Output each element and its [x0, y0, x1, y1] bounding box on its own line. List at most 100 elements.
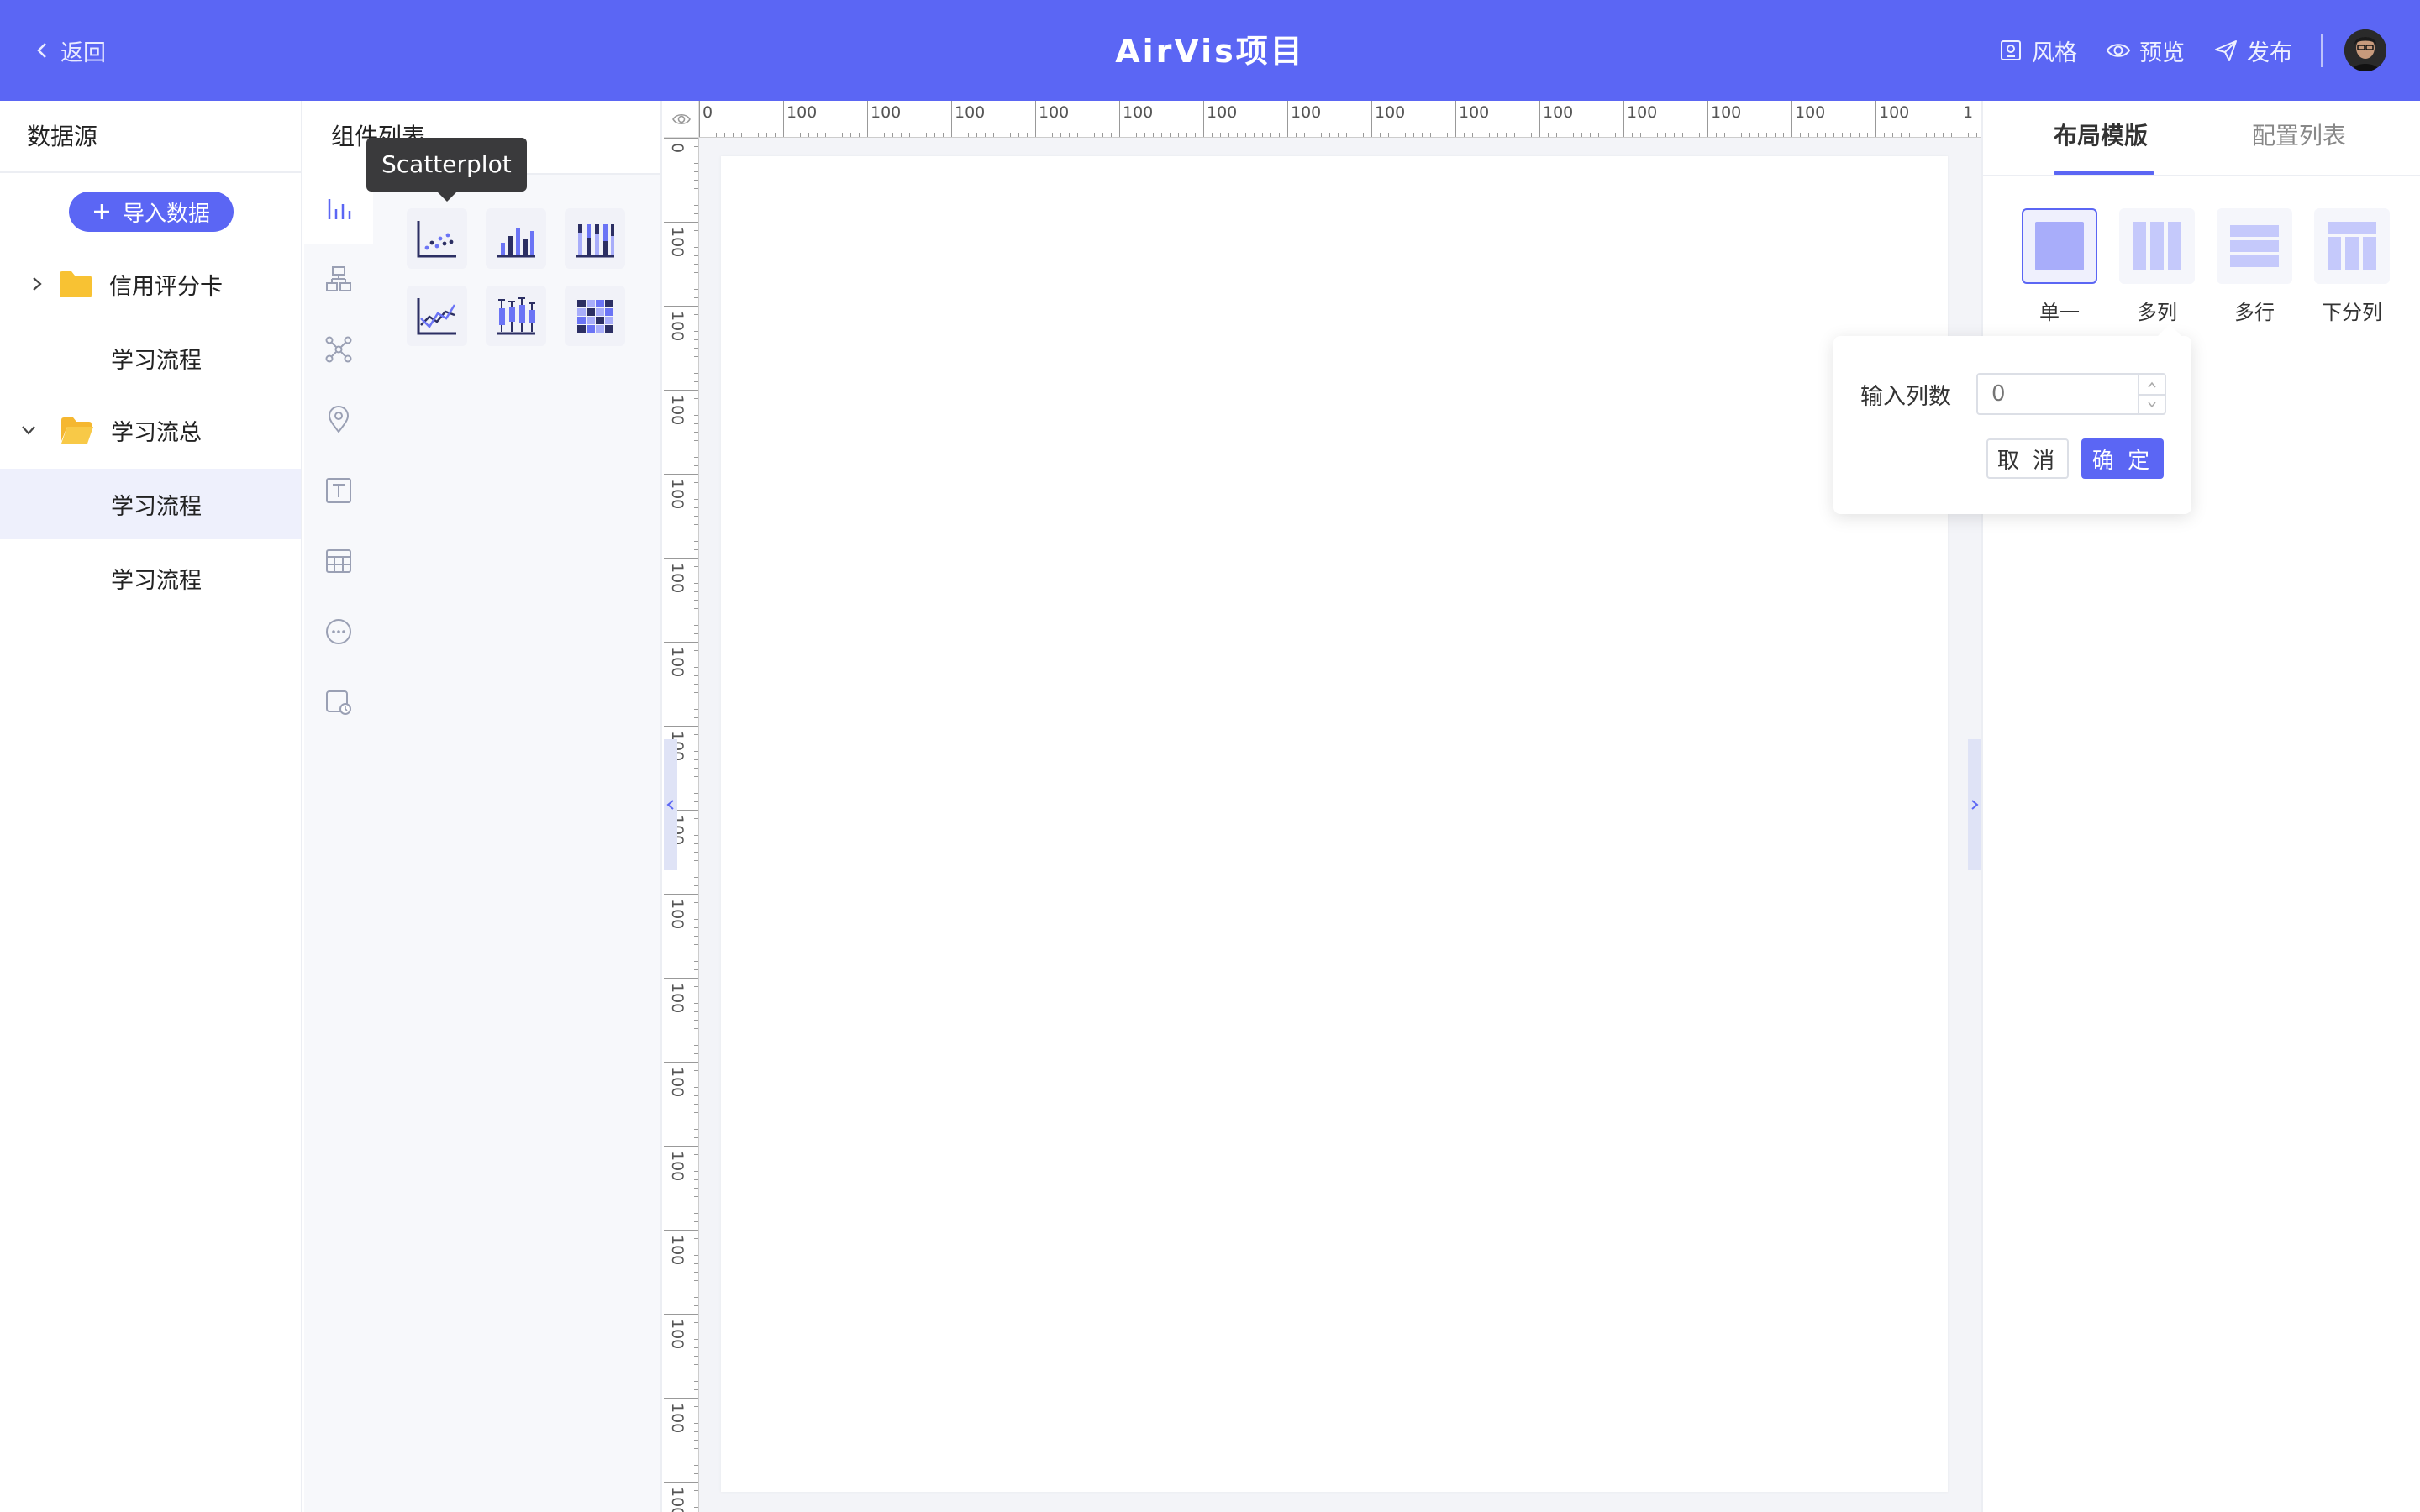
column-count-input[interactable] — [1978, 375, 2138, 413]
rail-item-text[interactable] — [304, 455, 373, 526]
tree-folder-study-summary[interactable]: 学习流总 — [0, 395, 301, 465]
tree-item[interactable]: 学习流程 — [0, 323, 301, 393]
ruler-label: 0 — [668, 143, 687, 153]
rail-item-charts[interactable] — [304, 173, 373, 244]
layout-label: 下分列 — [2322, 301, 2382, 324]
tree-folder-credit-scorecard[interactable]: 信用评分卡 — [0, 249, 301, 319]
table-icon — [326, 549, 351, 573]
chevron-right-icon — [1971, 800, 1979, 810]
cancel-button[interactable]: 取 消 — [1986, 438, 2069, 479]
chart-stacked-bar[interactable] — [565, 208, 625, 269]
split-below-icon — [2328, 222, 2376, 270]
tree-label: 学习流程 — [111, 347, 202, 374]
preview-button[interactable]: 预览 — [2106, 34, 2185, 67]
ruler-label: 1 — [1963, 103, 1973, 122]
publish-button[interactable]: 发布 — [2213, 34, 2292, 67]
tree-item[interactable]: 学习流程 — [0, 543, 301, 613]
header-actions: 风格 预览 发布 — [1970, 25, 2386, 76]
folder-icon — [60, 271, 92, 297]
artboard[interactable] — [721, 156, 1948, 1492]
tree-label: 学习流程 — [111, 493, 202, 520]
avatar-image — [2344, 29, 2386, 71]
collapse-right-handle[interactable] — [1968, 739, 1981, 870]
rail-item-table[interactable] — [304, 526, 373, 596]
multi-column-icon — [2133, 222, 2181, 270]
ruler-label: 100 — [955, 103, 985, 122]
tree-label: 信用评分卡 — [109, 273, 223, 300]
ruler-label: 100 — [668, 1403, 687, 1433]
plus-icon — [93, 204, 109, 219]
right-panel: 布局模版 配置列表 单一 多列 多行 下分列 — [1981, 101, 2420, 1512]
ruler-label: 100 — [1879, 103, 1909, 122]
tab-config-list[interactable]: 配置列表 — [2252, 101, 2346, 176]
layout-label: 多列 — [2137, 301, 2177, 324]
avatar[interactable] — [2344, 29, 2386, 71]
rail-item-hierarchy[interactable] — [304, 244, 373, 314]
style-icon — [2001, 40, 2021, 60]
column-count-stepper[interactable] — [1976, 373, 2166, 415]
ruler-label: 100 — [668, 311, 687, 341]
chevron-down-icon[interactable] — [20, 422, 37, 438]
decrement-button[interactable] — [2139, 394, 2165, 413]
column-count-popover: 输入列数 取 消 确 定 — [1833, 324, 2191, 514]
ruler-label: 100 — [786, 103, 817, 122]
tree-label: 学习流总 — [111, 419, 202, 446]
caret-up-icon — [2148, 381, 2156, 387]
more-icon — [326, 619, 351, 644]
chart-heatmap[interactable] — [565, 286, 625, 346]
map-pin-icon — [328, 406, 350, 433]
ruler-label: 100 — [668, 899, 687, 929]
rail-item-network[interactable] — [304, 314, 373, 385]
layout-multi-row[interactable]: 多行 — [2217, 208, 2292, 325]
folder-open-icon — [61, 417, 93, 444]
layout-label: 多行 — [2234, 301, 2275, 324]
ruler-label: 100 — [1375, 103, 1405, 122]
chart-boxplot[interactable] — [486, 286, 546, 346]
canvas-area: 0 100 100 100 100 100 100 100 100 100 100 100 100 100… — [664, 101, 1981, 1512]
layout-split-below[interactable]: 下分列 — [2314, 208, 2390, 325]
ruler-label: 0 — [702, 103, 713, 122]
boxplot-icon — [497, 297, 535, 335]
ruler-label: 100 — [668, 1319, 687, 1349]
stepper-controls — [2138, 375, 2165, 413]
ruler-label: 100 — [1123, 103, 1153, 122]
ruler-label: 100 — [668, 647, 687, 677]
media-icon — [326, 690, 351, 715]
top-header: 返回 AirVis项目 风格 预览 发布 — [0, 0, 2420, 101]
send-icon — [2215, 40, 2237, 61]
tab-layout-templates[interactable]: 布局模版 — [2054, 101, 2148, 176]
chart-scatterplot[interactable] — [407, 208, 467, 269]
eye-icon — [671, 113, 691, 124]
tree-item-selected[interactable]: 学习流程 — [0, 469, 301, 539]
layout-multi-column[interactable]: 多列 — [2119, 208, 2195, 325]
ruler-label: 100 — [668, 983, 687, 1013]
chevron-left-icon — [666, 800, 674, 810]
chart-grid — [373, 175, 660, 1512]
ruler-label: 100 — [668, 479, 687, 509]
style-button[interactable]: 风格 — [1998, 34, 2077, 67]
rail-item-media[interactable] — [304, 667, 373, 738]
right-panel-tabs: 布局模版 配置列表 — [1983, 101, 2420, 176]
rail-item-map[interactable] — [304, 385, 373, 455]
ruler-label: 100 — [668, 1487, 687, 1512]
text-icon — [326, 478, 351, 503]
ruler-toggle[interactable] — [664, 101, 699, 138]
ruler-label: 100 — [668, 227, 687, 257]
confirm-button[interactable]: 确 定 — [2081, 438, 2164, 479]
rail-item-more[interactable] — [304, 596, 373, 667]
ruler-ticks: 0 100 100 100 100 100 100 100 100 100 100 100 100 100… — [699, 101, 1977, 137]
hierarchy-icon — [326, 266, 351, 291]
increment-button[interactable] — [2139, 375, 2165, 394]
layout-single[interactable]: 单一 — [2022, 208, 2097, 325]
publish-label: 发布 — [2247, 39, 2292, 66]
header-divider — [2321, 34, 2323, 67]
ruler-label: 100 — [1711, 103, 1741, 122]
chevron-right-icon[interactable] — [29, 276, 45, 292]
ruler-label: 100 — [1291, 103, 1321, 122]
ruler-label: 100 — [1039, 103, 1069, 122]
tree-label: 学习流程 — [111, 567, 202, 594]
chart-bar[interactable] — [486, 208, 546, 269]
collapse-left-handle[interactable] — [664, 739, 677, 870]
import-data-button[interactable]: 导入数据 — [69, 192, 234, 232]
chart-line[interactable] — [407, 286, 467, 346]
